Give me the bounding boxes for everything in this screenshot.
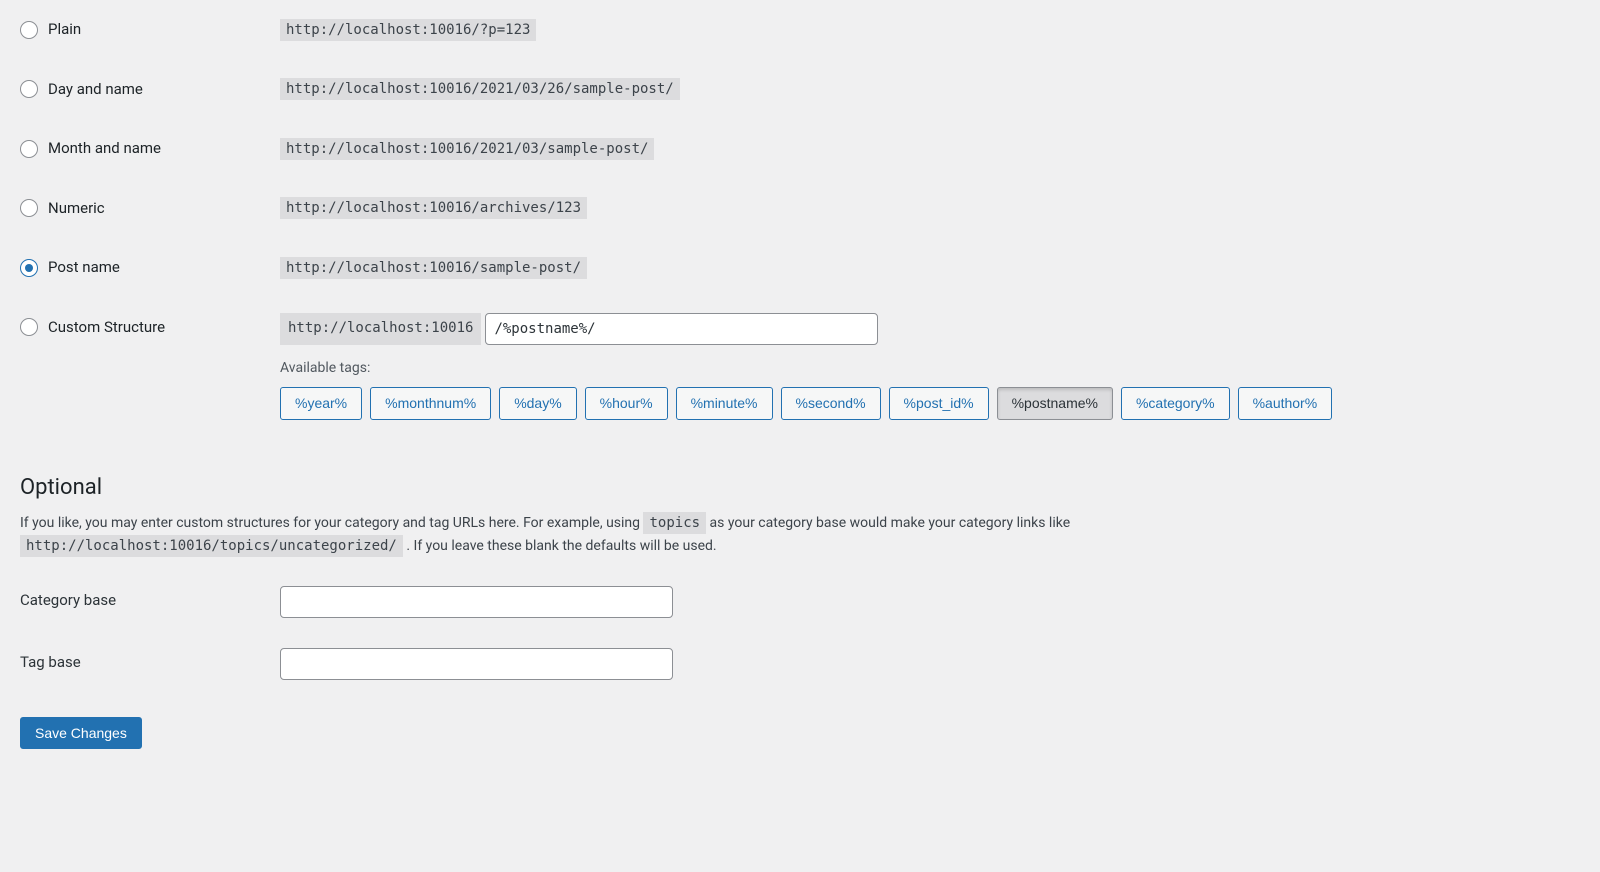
category-base-label: Category base: [20, 571, 270, 633]
permalink-option-custom[interactable]: Custom Structure: [20, 318, 260, 338]
tag-second[interactable]: %second%: [781, 387, 881, 421]
tag-monthnum[interactable]: %monthnum%: [370, 387, 491, 421]
tag-author[interactable]: %author%: [1238, 387, 1333, 421]
tag-base-input[interactable]: [280, 648, 673, 680]
tag-category[interactable]: %category%: [1121, 387, 1230, 421]
example-postname: http://localhost:10016/sample-post/: [280, 257, 587, 279]
tag-base-label: Tag base: [20, 633, 270, 695]
radio-custom[interactable]: [20, 318, 38, 336]
save-changes-button[interactable]: Save Changes: [20, 717, 142, 749]
example-plain: http://localhost:10016/?p=123: [280, 19, 536, 41]
tag-minute[interactable]: %minute%: [676, 387, 773, 421]
example-dayname: http://localhost:10016/2021/03/26/sample…: [280, 78, 680, 100]
radio-label-dayname: Day and name: [48, 80, 143, 100]
permalink-option-monthname[interactable]: Month and name: [20, 139, 260, 159]
radio-numeric[interactable]: [20, 199, 38, 217]
radio-label-custom: Custom Structure: [48, 318, 165, 338]
example-numeric: http://localhost:10016/archives/123: [280, 197, 587, 219]
radio-label-monthname: Month and name: [48, 139, 161, 159]
tag-postname[interactable]: %postname%: [997, 387, 1113, 421]
radio-label-numeric: Numeric: [48, 199, 105, 219]
radio-dayname[interactable]: [20, 80, 38, 98]
radio-label-postname: Post name: [48, 258, 120, 278]
custom-structure-input[interactable]: [485, 313, 878, 345]
tag-hour[interactable]: %hour%: [585, 387, 668, 421]
permalink-option-numeric[interactable]: Numeric: [20, 199, 260, 219]
radio-label-plain: Plain: [48, 20, 81, 40]
example-monthname: http://localhost:10016/2021/03/sample-po…: [280, 138, 654, 160]
permalink-option-dayname[interactable]: Day and name: [20, 80, 260, 100]
available-tags-row: %year% %monthnum% %day% %hour% %minute% …: [280, 387, 1570, 421]
category-base-input[interactable]: [280, 586, 673, 618]
permalink-option-postname[interactable]: Post name: [20, 258, 260, 278]
desc-code-topics: topics: [643, 512, 706, 534]
radio-postname[interactable]: [20, 259, 38, 277]
tag-year[interactable]: %year%: [280, 387, 362, 421]
radio-plain[interactable]: [20, 21, 38, 39]
optional-description: If you like, you may enter custom struct…: [20, 512, 1420, 557]
optional-heading: Optional: [20, 475, 1580, 500]
available-tags-label: Available tags:: [280, 359, 1570, 377]
radio-monthname[interactable]: [20, 140, 38, 158]
tag-day[interactable]: %day%: [499, 387, 576, 421]
desc-code-example-url: http://localhost:10016/topics/uncategori…: [20, 535, 403, 557]
tag-post-id[interactable]: %post_id%: [889, 387, 989, 421]
custom-structure-prefix: http://localhost:10016: [280, 313, 481, 345]
permalink-option-plain[interactable]: Plain: [20, 20, 260, 40]
